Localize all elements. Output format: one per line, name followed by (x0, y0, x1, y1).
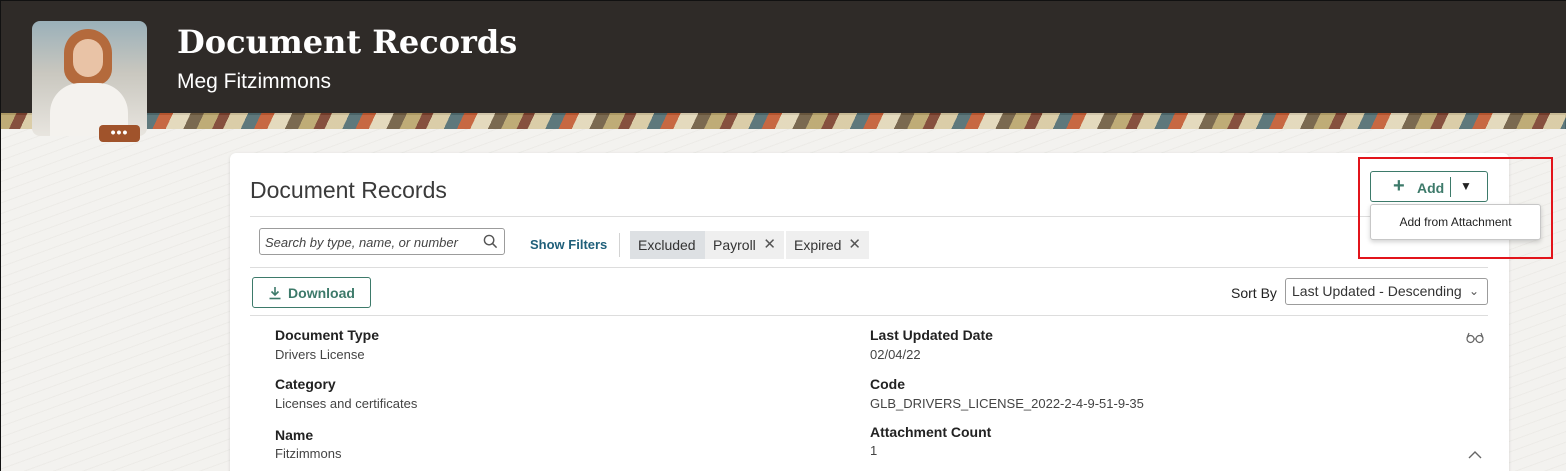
filter-chip-expired[interactable]: Expired ✕ (786, 231, 869, 259)
filter-chip-excluded[interactable]: Excluded (630, 231, 705, 259)
name-label: Name (275, 427, 314, 443)
filter-chip-payroll[interactable]: Payroll ✕ (705, 231, 784, 259)
download-button[interactable]: Download (252, 277, 371, 308)
document-type-value: Drivers License (275, 347, 365, 362)
highlight-box (1358, 157, 1553, 259)
avatar-face (73, 39, 103, 77)
last-updated-label: Last Updated Date (870, 327, 993, 343)
category-value: Licenses and certificates (275, 396, 418, 411)
document-type-label: Document Type (275, 327, 379, 343)
last-updated-value: 02/04/22 (870, 347, 921, 362)
card-title: Document Records (250, 177, 447, 203)
code-value: GLB_DRIVERS_LICENSE_2022-2-4-9-51-9-35 (870, 396, 1144, 411)
search-icon[interactable] (483, 234, 498, 249)
header-banner (1, 113, 1566, 129)
sort-selected-value: Last Updated - Descending (1292, 283, 1462, 299)
name-value: Fitzimmons (275, 446, 342, 461)
show-filters-link[interactable]: Show Filters (530, 237, 607, 252)
download-label: Download (288, 284, 355, 301)
category-label: Category (275, 376, 336, 392)
sort-by-select[interactable]: Last Updated - Descending ⌄ (1285, 278, 1488, 305)
filter-divider (250, 267, 1488, 268)
search-field[interactable] (259, 228, 505, 255)
remove-filter-icon[interactable]: ✕ (848, 231, 861, 259)
search-input[interactable] (265, 233, 473, 251)
chevron-up-icon[interactable] (1468, 451, 1482, 459)
title-divider (250, 216, 1488, 217)
chip-label: Expired (794, 237, 842, 253)
more-actions-button[interactable]: ••• (99, 125, 140, 142)
attachment-count-value: 1 (870, 443, 878, 458)
chip-label: Payroll (713, 237, 756, 253)
code-label: Code (870, 376, 905, 392)
glasses-icon[interactable] (1466, 332, 1484, 344)
avatar[interactable] (32, 21, 147, 136)
remove-filter-icon[interactable]: ✕ (763, 231, 776, 259)
chevron-down-icon: ⌄ (1468, 284, 1479, 298)
page-title: Document Records (177, 23, 518, 61)
person-name: Meg Fitzimmons (177, 70, 332, 93)
document-records-card: Document Records Show Filters Excluded P… (230, 153, 1509, 471)
attachment-count-label: Attachment Count (870, 424, 992, 440)
download-icon (269, 286, 281, 299)
sort-by-label: Sort By (1231, 285, 1277, 301)
filter-separator (619, 233, 620, 257)
toolbar-divider (250, 315, 1488, 316)
chip-label: Excluded (638, 237, 696, 253)
